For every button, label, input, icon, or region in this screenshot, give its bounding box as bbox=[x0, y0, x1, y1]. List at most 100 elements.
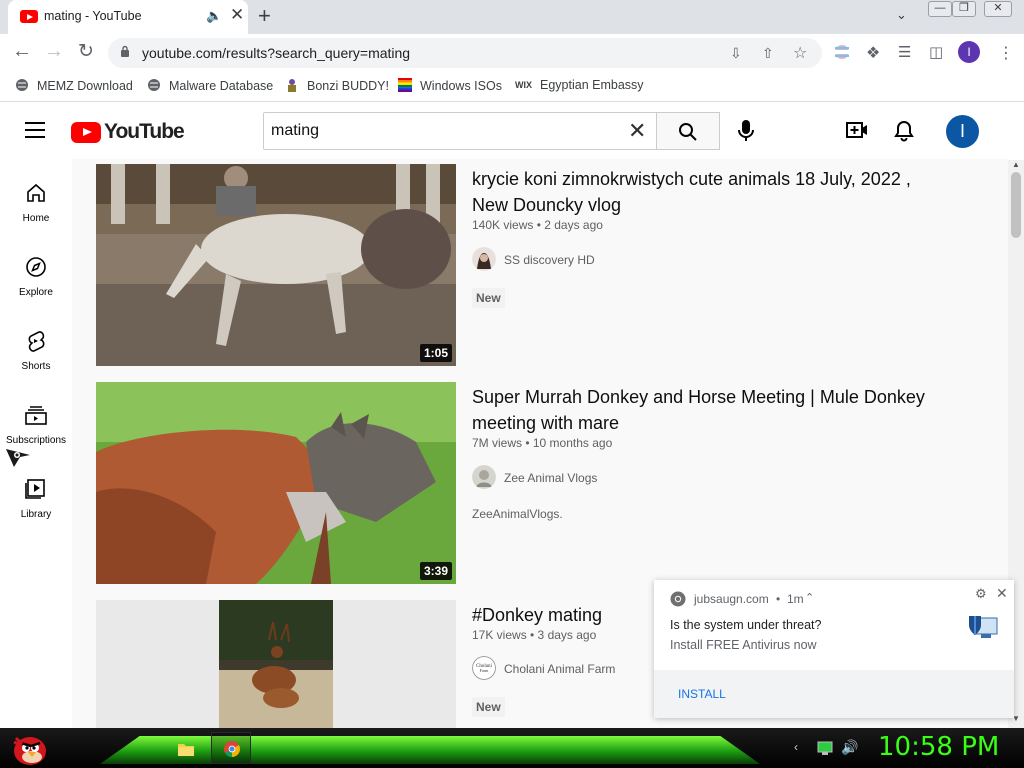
microphone-icon[interactable] bbox=[736, 119, 756, 143]
notification-time: 1m bbox=[787, 592, 804, 606]
notifications-bell-icon[interactable] bbox=[894, 120, 914, 142]
install-button[interactable]: INSTALL bbox=[678, 687, 726, 701]
bookmarks-bar: MEMZ Download Malware Database Bonzi BUD… bbox=[0, 72, 1024, 102]
extension-flag-icon[interactable] bbox=[834, 44, 850, 60]
angry-bird-start-icon[interactable] bbox=[8, 730, 48, 766]
side-panel-icon[interactable]: ◫ bbox=[929, 43, 943, 61]
youtube-wordmark: YouTube bbox=[104, 120, 185, 143]
bookmark-bonzi[interactable]: Bonzi BUDDY! bbox=[285, 78, 389, 93]
guide-sidebar: Home Explore Shorts Subscriptions Librar… bbox=[0, 159, 72, 728]
bookmark-memz[interactable]: MEMZ Download bbox=[15, 78, 133, 93]
windows-flag-icon bbox=[398, 78, 412, 92]
thumbnail-image bbox=[96, 164, 456, 366]
taskbar-chrome-button[interactable] bbox=[211, 732, 251, 764]
address-bar[interactable]: youtube.com/results?search_query=mating … bbox=[108, 38, 822, 68]
video-description: ZeeAnimalVlogs. bbox=[472, 507, 563, 521]
push-notification[interactable]: jubsaugn.com • 1m ⌃ ⚙ ✕ Is the system un… bbox=[654, 580, 1014, 718]
video-result[interactable]: 1:05 krycie koni zimnokrwistych cute ani… bbox=[96, 164, 976, 366]
video-result[interactable]: 3:39 Super Murrah Donkey and Horse Meeti… bbox=[96, 382, 976, 584]
bookmark-egyptian-embassy[interactable]: WIX Egyptian Embassy bbox=[515, 78, 644, 94]
clear-search-icon[interactable]: ✕ bbox=[628, 118, 646, 144]
media-control-icon[interactable]: ☰ bbox=[898, 43, 911, 61]
minimize-icon[interactable]: — bbox=[928, 1, 952, 17]
video-thumbnail[interactable]: 3:39 bbox=[96, 382, 456, 584]
compass-icon bbox=[26, 257, 46, 277]
bookmark-malware-db[interactable]: Malware Database bbox=[147, 78, 273, 93]
restore-icon[interactable]: ❐ bbox=[952, 1, 976, 17]
notification-footer: INSTALL bbox=[654, 670, 1014, 718]
channel-name[interactable]: Zee Animal Vlogs bbox=[504, 471, 597, 485]
extensions-puzzle-icon[interactable]: ❖ bbox=[866, 43, 880, 63]
gear-icon[interactable]: ⚙ bbox=[975, 586, 987, 602]
chrome-icon bbox=[670, 591, 686, 607]
url-text[interactable]: youtube.com/results?search_query=mating bbox=[142, 45, 410, 61]
search-input[interactable]: mating ✕ bbox=[263, 112, 657, 150]
tray-chevron-icon[interactable]: ‹ bbox=[794, 740, 798, 754]
video-duration: 1:05 bbox=[419, 344, 452, 362]
search-icon bbox=[679, 123, 697, 141]
guide-item-library[interactable]: Library bbox=[0, 477, 72, 551]
chevron-down-icon[interactable]: ⌄ bbox=[896, 7, 907, 23]
network-icon[interactable] bbox=[817, 741, 833, 755]
volume-icon[interactable]: 🔊 bbox=[841, 739, 858, 756]
lock-icon[interactable] bbox=[120, 45, 130, 57]
chevron-up-icon[interactable]: ⌃ bbox=[805, 591, 814, 604]
taskbar-clock[interactable]: 10:58 PM bbox=[878, 732, 999, 762]
kebab-menu-icon[interactable]: ⋮ bbox=[998, 43, 1014, 63]
share-icon[interactable]: ⇧ bbox=[762, 45, 774, 62]
video-title[interactable]: Super Murrah Donkey and Horse Meeting | … bbox=[472, 384, 932, 436]
channel-name[interactable]: Cholani Animal Farm bbox=[504, 662, 615, 676]
notification-body: Install FREE Antivirus now bbox=[670, 638, 817, 652]
bookmark-windows-isos[interactable]: Windows ISOs bbox=[398, 78, 502, 93]
taskbar: ‹ 🔊 10:58 PM bbox=[0, 728, 1024, 768]
library-icon bbox=[25, 479, 45, 499]
chrome-icon bbox=[224, 741, 240, 757]
scroll-up-icon[interactable]: ▲ bbox=[1012, 160, 1020, 169]
close-window-icon[interactable]: ✕ bbox=[984, 1, 1012, 17]
search-query-text[interactable]: mating bbox=[271, 122, 319, 140]
close-tab-icon[interactable]: ✕ bbox=[230, 5, 244, 25]
video-title[interactable]: krycie koni zimnokrwistych cute animals … bbox=[472, 166, 932, 218]
channel-name[interactable]: SS discovery HD bbox=[504, 253, 595, 267]
globe-icon bbox=[148, 79, 160, 91]
folder-icon bbox=[178, 744, 194, 756]
forward-arrow-icon[interactable]: → bbox=[41, 40, 67, 63]
video-thumbnail[interactable] bbox=[96, 600, 456, 728]
profile-avatar[interactable]: I bbox=[958, 41, 980, 63]
channel-avatar[interactable]: CholaniFarm bbox=[472, 656, 496, 680]
thumbnail-image bbox=[96, 382, 456, 584]
youtube-header: YouTube mating ✕ I bbox=[0, 103, 1008, 159]
thumbnail-image bbox=[219, 600, 333, 728]
speaker-icon[interactable]: 🔈 bbox=[206, 8, 222, 24]
globe-icon bbox=[16, 79, 28, 91]
guide-item-shorts[interactable]: Shorts bbox=[0, 329, 72, 403]
shorts-icon bbox=[28, 331, 45, 352]
reload-icon[interactable]: ↻ bbox=[73, 40, 99, 63]
subscriptions-icon bbox=[25, 406, 47, 425]
channel-avatar[interactable] bbox=[472, 465, 496, 489]
account-avatar[interactable]: I bbox=[946, 115, 979, 148]
search-button[interactable] bbox=[656, 112, 720, 150]
channel-avatar[interactable] bbox=[472, 247, 496, 271]
video-thumbnail[interactable]: 1:05 bbox=[96, 164, 456, 366]
bookmark-star-icon[interactable]: ☆ bbox=[793, 43, 807, 63]
antivirus-shield-icon bbox=[969, 616, 998, 638]
taskbar-explorer-button[interactable] bbox=[172, 736, 200, 764]
youtube-play-icon bbox=[71, 122, 101, 143]
new-tab-icon[interactable]: + bbox=[258, 3, 271, 29]
guide-item-explore[interactable]: Explore bbox=[0, 255, 72, 329]
back-arrow-icon[interactable]: ← bbox=[9, 40, 35, 63]
video-meta: 7M views • 10 months ago bbox=[472, 436, 613, 450]
notification-site: jubsaugn.com bbox=[694, 592, 769, 606]
install-app-icon[interactable]: ⇩ bbox=[730, 45, 742, 62]
svg-text:Farm: Farm bbox=[480, 668, 489, 673]
guide-item-home[interactable]: Home bbox=[0, 181, 72, 255]
close-notification-icon[interactable]: ✕ bbox=[996, 585, 1008, 602]
create-video-icon[interactable] bbox=[846, 121, 868, 139]
hamburger-menu-icon[interactable] bbox=[25, 122, 45, 138]
scrollbar-thumb[interactable] bbox=[1011, 172, 1021, 238]
notification-dot: • bbox=[776, 592, 781, 606]
tab-youtube[interactable]: mating - YouTube 🔈 ✕ bbox=[8, 0, 248, 34]
notification-title: Is the system under threat? bbox=[670, 618, 822, 632]
wix-icon: WIX bbox=[515, 80, 532, 90]
